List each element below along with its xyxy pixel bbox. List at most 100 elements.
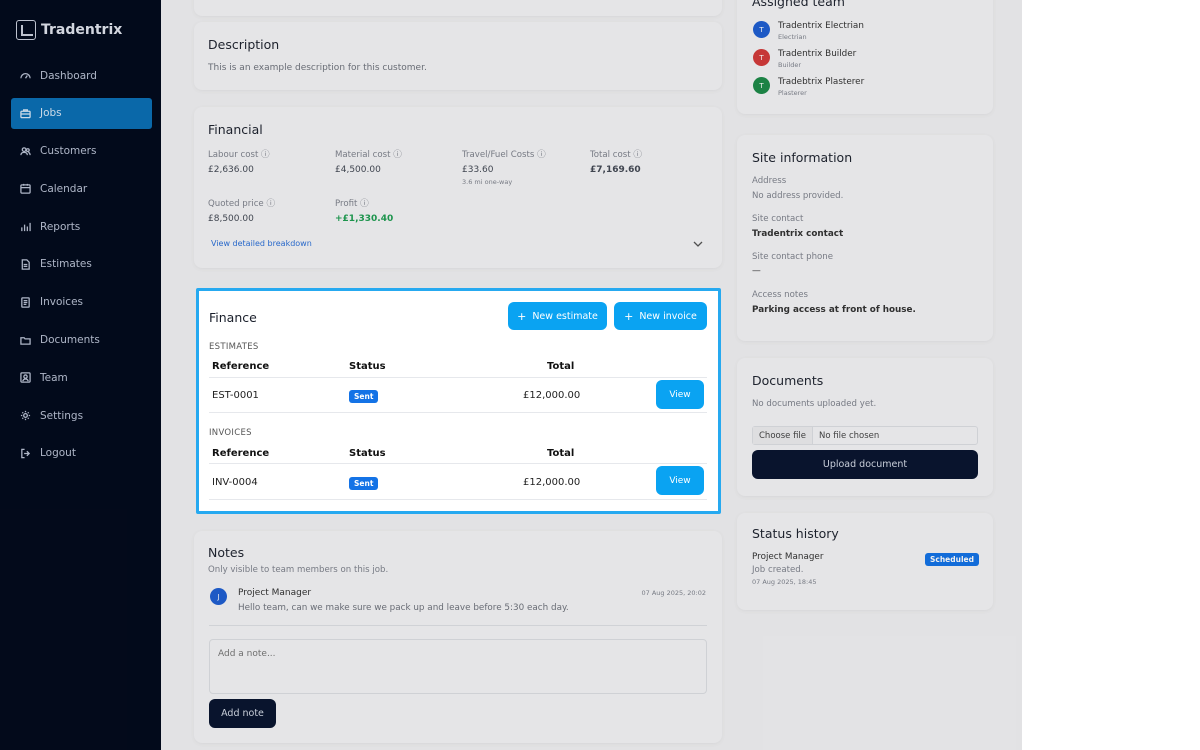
- briefcase-icon: [20, 108, 31, 119]
- sidebar-item-label: Team: [40, 371, 68, 384]
- chevron-down-icon[interactable]: [692, 235, 704, 247]
- view-invoice-button[interactable]: View: [656, 466, 704, 495]
- no-file-text: No file chosen: [819, 430, 880, 441]
- file-icon: [20, 259, 31, 270]
- notes-card: Notes Only visible to team members on th…: [194, 531, 722, 743]
- travel-distance: 3.6 mi one-way: [462, 178, 513, 186]
- sidebar-item-label: Dashboard: [40, 69, 97, 82]
- invoice-reference: INV-0004: [212, 477, 258, 488]
- sidebar: Tradentrix Dashboard Jobs Customers Cale…: [0, 0, 161, 750]
- choose-file-button[interactable]: Choose file: [753, 427, 814, 444]
- view-estimate-button[interactable]: View: [656, 380, 704, 409]
- member-role: Electrian: [778, 33, 807, 41]
- sidebar-item-invoices[interactable]: Invoices: [11, 287, 152, 318]
- logo-icon: [16, 20, 36, 40]
- invoices-heading: INVOICES: [209, 428, 252, 438]
- note-input[interactable]: [209, 639, 707, 694]
- quoted-price-label: Quoted price: [208, 199, 264, 209]
- sidebar-item-logout[interactable]: Logout: [11, 438, 152, 469]
- notes-title: Notes: [208, 545, 245, 560]
- col-status: Status: [349, 361, 386, 372]
- col-reference: Reference: [212, 448, 270, 459]
- dashboard-icon: [20, 70, 31, 81]
- status-history-card: Status history Project Manager Job creat…: [737, 513, 993, 610]
- status-badge: Sent: [349, 477, 379, 490]
- notes-subtitle: Only visible to team members on this job…: [208, 565, 389, 575]
- sidebar-item-label: Settings: [40, 409, 84, 422]
- col-status: Status: [349, 448, 386, 459]
- history-author: Project Manager: [752, 552, 824, 562]
- description-title: Description: [208, 37, 280, 52]
- file-input[interactable]: Choose file No file chosen: [752, 426, 978, 445]
- col-reference: Reference: [212, 361, 270, 372]
- member-name: Tradentrix Electrian: [778, 21, 864, 31]
- quoted-price-value: £8,500.00: [208, 214, 254, 224]
- sidebar-item-jobs[interactable]: Jobs: [11, 97, 152, 129]
- avatar: J: [210, 588, 227, 605]
- financial-card: Financial Labour cost ⓘ £2,636.00 Materi…: [194, 107, 722, 268]
- sidebar-item-settings[interactable]: Settings: [11, 400, 152, 431]
- profit: Profit ⓘ +£1,330.40: [335, 197, 393, 224]
- description-card: Description This is an example descripti…: [194, 22, 722, 90]
- estimate-reference: EST-0001: [212, 390, 259, 401]
- avatar: T: [753, 21, 770, 38]
- team-member: T Tradebtrix Plasterer Plasterer: [753, 77, 864, 97]
- sidebar-item-reports[interactable]: Reports: [11, 211, 152, 242]
- sidebar-item-estimates[interactable]: Estimates: [11, 249, 152, 280]
- access-notes-label: Access notes: [752, 290, 808, 300]
- app-logo[interactable]: Tradentrix: [16, 20, 122, 40]
- note-text: Hello team, can we make sure we pack up …: [238, 603, 569, 613]
- calendar-icon: [20, 183, 31, 195]
- col-total: Total: [547, 361, 575, 372]
- sidebar-item-label: Calendar: [40, 182, 88, 195]
- status-badge: Sent: [349, 390, 379, 403]
- invoice-total: £12,000.00: [523, 477, 581, 488]
- sidebar-item-calendar[interactable]: Calendar: [11, 173, 152, 204]
- status-history-title: Status history: [752, 526, 839, 541]
- new-invoice-button[interactable]: + New invoice: [614, 302, 707, 330]
- avatar: T: [753, 77, 770, 94]
- view-breakdown-link[interactable]: View detailed breakdown: [211, 239, 312, 248]
- sidebar-item-documents[interactable]: Documents: [11, 325, 152, 356]
- new-estimate-button[interactable]: + New estimate: [508, 302, 607, 330]
- sidebar-item-customers[interactable]: Customers: [11, 136, 152, 167]
- address-label: Address: [752, 176, 787, 186]
- member-role: Builder: [778, 61, 801, 69]
- plus-icon: +: [517, 309, 527, 323]
- note-author: Project Manager: [238, 588, 312, 598]
- access-notes-value: Parking access at front of house.: [752, 305, 916, 315]
- site-contact-label: Site contact: [752, 214, 804, 224]
- status-badge: Scheduled: [924, 553, 979, 566]
- previous-card: [194, 0, 722, 16]
- add-note-button[interactable]: Add note: [209, 699, 276, 728]
- travel-cost-value: £33.60: [462, 165, 494, 175]
- divider: [209, 463, 707, 464]
- site-information-card: Site information Address No address prov…: [737, 135, 993, 341]
- sidebar-item-label: Reports: [40, 220, 81, 233]
- sidebar-item-label: Documents: [40, 334, 100, 347]
- finance-card: Finance + New estimate + New invoice EST…: [196, 288, 721, 514]
- address-value: No address provided.: [752, 191, 844, 201]
- avatar: T: [753, 49, 770, 66]
- estimate-total: £12,000.00: [523, 390, 581, 401]
- divider: [209, 377, 707, 378]
- app-name: Tradentrix: [41, 22, 123, 38]
- total-cost: Total cost ⓘ £7,169.60: [590, 148, 642, 175]
- documents-card: Documents No documents uploaded yet. Cho…: [737, 358, 993, 496]
- folder-icon: [20, 335, 31, 346]
- profit-label: Profit: [335, 199, 358, 209]
- sidebar-item-label: Logout: [40, 447, 76, 460]
- invoice-icon: [20, 297, 31, 308]
- estimates-heading: ESTIMATES: [209, 342, 259, 352]
- info-icon: ⓘ: [360, 199, 369, 209]
- upload-document-button[interactable]: Upload document: [752, 450, 978, 479]
- site-contact-value: Tradentrix contact: [752, 229, 844, 239]
- member-role: Plasterer: [778, 89, 807, 97]
- sidebar-item-dashboard[interactable]: Dashboard: [11, 60, 152, 91]
- info-icon: ⓘ: [261, 150, 270, 160]
- divider: [209, 625, 707, 626]
- sidebar-item-label: Jobs: [40, 107, 62, 120]
- site-phone-value: —: [752, 266, 761, 276]
- sidebar-item-team[interactable]: Team: [11, 362, 152, 393]
- sidebar-item-label: Invoices: [40, 296, 84, 309]
